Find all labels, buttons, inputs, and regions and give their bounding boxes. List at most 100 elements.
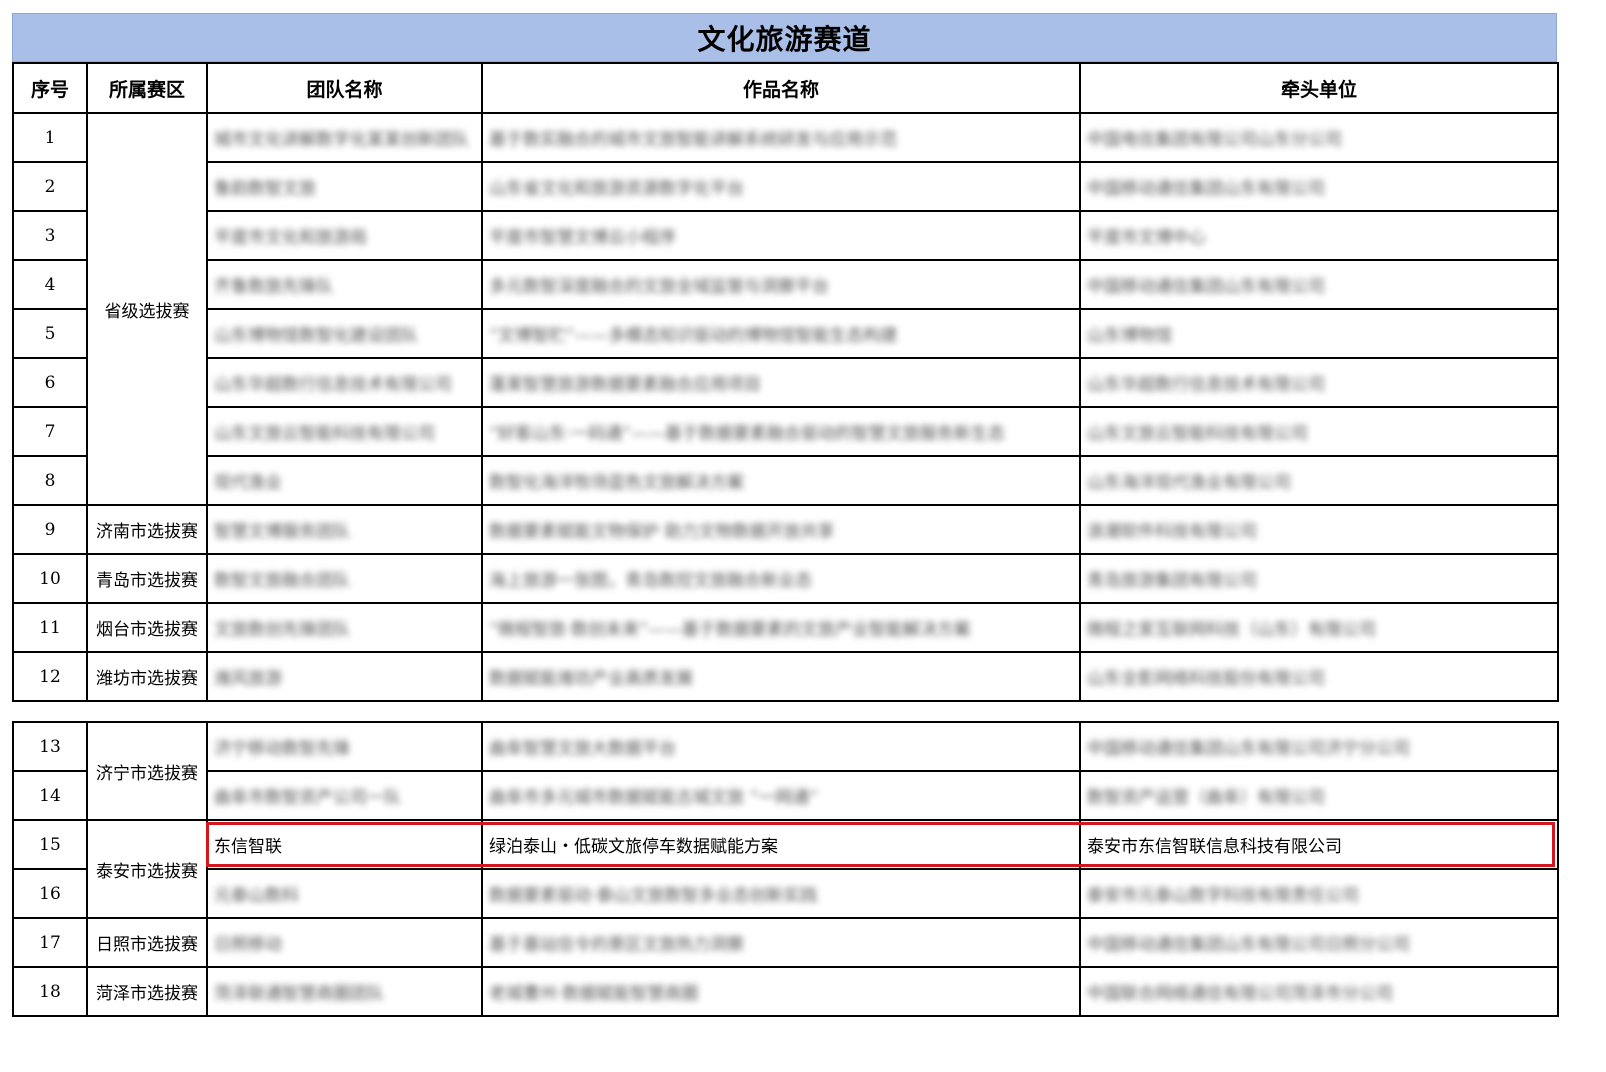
table-row: 6 山东华超数行信息技术有限公司 蓬莱智慧旅游数据要素融合应用项目 山东华超数行… <box>12 357 1559 408</box>
row-index: 9 <box>12 504 88 555</box>
team-cell: 济宁移动数智先锋 <box>206 721 483 772</box>
team-cell: 曲阜市数智资产公司一队 <box>206 770 483 821</box>
row-index: 7 <box>12 406 88 457</box>
table-row: 4 齐鲁数旅先锋队 多元数智深度融合的文旅全域监管与洞察平台 中国移动通信集团山… <box>12 259 1559 310</box>
header-work: 作品名称 <box>481 62 1081 114</box>
work-cell: “文博智贮”——多模态知识驱动的博物馆智能生态构建 <box>481 308 1081 359</box>
region-cell: 济宁市选拔赛 <box>86 721 208 821</box>
region-cell: 日照市选拔赛 <box>86 917 208 968</box>
region-cell: 济南市选拔赛 <box>86 504 208 555</box>
row-index: 1 <box>12 112 88 163</box>
work-cell: 数智化海洋牧场蓝色文旅解决方案 <box>481 455 1081 506</box>
table-row: 14 曲阜市数智资产公司一队 曲阜市多元城市数据赋能古城文旅 “一网通” 数智资… <box>12 770 1559 821</box>
row-index: 10 <box>12 553 88 604</box>
table-row: 12 潍坊市选拔赛 潍风旅游 数据赋能潍坊产业高质发展 山东全影网络科技股份有限… <box>12 651 1559 702</box>
row-index: 14 <box>12 770 88 821</box>
row-index: 3 <box>12 210 88 261</box>
work-cell: 数据要素赋能文物保护 助力文物数据开放共享 <box>481 504 1081 555</box>
region-cell: 菏泽市选拔赛 <box>86 966 208 1017</box>
team-cell: 平度市文化和旅游局 <box>206 210 483 261</box>
team-cell: 山东华超数行信息技术有限公司 <box>206 357 483 408</box>
table-row: 10 青岛市选拔赛 数智文旅融合团队 海上旅游一张图，青岛数控文旅融合新业态 青… <box>12 553 1559 604</box>
header-region: 所属赛区 <box>86 62 208 114</box>
header-index: 序号 <box>12 62 88 114</box>
team-cell: 齐鲁数旅先锋队 <box>206 259 483 310</box>
unit-cell: 微程之家互联网科技（山东）有限公司 <box>1079 602 1559 653</box>
table-row: 16 元泰山数科 数据要素驱动·泰山文旅数智多业态创新实践 泰安市元泰山数字科技… <box>12 868 1559 919</box>
region-cell: 潍坊市选拔赛 <box>86 651 208 702</box>
unit-cell: 山东文旅云智能科技有限公司 <box>1079 406 1559 457</box>
row-index: 5 <box>12 308 88 359</box>
unit-cell: 平度市文博中心 <box>1079 210 1559 261</box>
table-row: 17 日照市选拔赛 日照移动 基于基站信令的景区文旅热力洞察 中国移动通信集团山… <box>12 917 1559 968</box>
unit-cell: 山东海洋现代渔业有限公司 <box>1079 455 1559 506</box>
unit-cell: 泰安市元泰山数字科技有限责任公司 <box>1079 868 1559 919</box>
region-cell: 泰安市选拔赛 <box>86 819 208 919</box>
highlighted-row: 15 泰安市选拔赛 东信智联 绿泊泰山・低碳文旅停车数据赋能方案 泰安市东信智联… <box>12 819 1559 919</box>
team-cell: 潍风旅游 <box>206 651 483 702</box>
table-row: 9 济南市选拔赛 智慧文博服务团队 数据要素赋能文物保护 助力文物数据开放共享 … <box>12 504 1559 555</box>
team-cell: 菏泽联通智慧商圈团队 <box>206 966 483 1017</box>
team-cell: 城市文化讲解数字化某某创新团队 <box>206 112 483 163</box>
unit-cell: 山东华超数行信息技术有限公司 <box>1079 357 1559 408</box>
results-table-part-1: 序号 所属赛区 团队名称 作品名称 牵头单位 1 省级选拔赛 城市文化讲解数字化… <box>12 62 1559 702</box>
work-cell: 数据赋能潍坊产业高质发展 <box>481 651 1081 702</box>
work-cell: 多元数智深度融合的文旅全域监管与洞察平台 <box>481 259 1081 310</box>
team-cell: 现代渔业 <box>206 455 483 506</box>
work-cell: 山东省文化和旅游资源数字化平台 <box>481 161 1081 212</box>
table-row: 8 现代渔业 数智化海洋牧场蓝色文旅解决方案 山东海洋现代渔业有限公司 <box>12 455 1559 506</box>
team-cell: 文旅数创先锋团队 <box>206 602 483 653</box>
unit-cell: 中国联合网络通信有限公司菏泽市分公司 <box>1079 966 1559 1017</box>
work-cell: 蓬莱智慧旅游数据要素融合应用项目 <box>481 357 1081 408</box>
work-cell: 平度市智慧文博云小程序 <box>481 210 1081 261</box>
team-cell: 山东博物馆数智化建设团队 <box>206 308 483 359</box>
row-index: 15 <box>12 819 88 870</box>
team-cell: 智慧文博服务团队 <box>206 504 483 555</box>
unit-cell: 山东全影网络科技股份有限公司 <box>1079 651 1559 702</box>
unit-cell: 中国移动通信集团山东有限公司 <box>1079 259 1559 310</box>
table-row: 13 济宁市选拔赛 济宁移动数智先锋 曲阜智慧文旅大数据平台 中国移动通信集团山… <box>12 721 1559 821</box>
unit-cell: 中国电信集团有限公司山东分公司 <box>1079 112 1559 163</box>
work-cell: “好客山东·一码通”——基于数据要素融合驱动的智慧文旅服务新生态 <box>481 406 1081 457</box>
team-cell: 日照移动 <box>206 917 483 968</box>
row-index: 8 <box>12 455 88 506</box>
header-team: 团队名称 <box>206 62 483 114</box>
work-cell: 曲阜智慧文旅大数据平台 <box>481 721 1081 772</box>
unit-cell: 中国移动通信集团山东有限公司济宁分公司 <box>1079 721 1559 772</box>
unit-cell: 数智资产运营（曲阜）有限公司 <box>1079 770 1559 821</box>
team-cell: 山东文旅云智能科技有限公司 <box>206 406 483 457</box>
unit-cell: 泰安市东信智联信息科技有限公司 <box>1079 819 1559 870</box>
unit-cell: 山东博物馆 <box>1079 308 1559 359</box>
header-unit: 牵头单位 <box>1079 62 1559 114</box>
row-index: 17 <box>12 917 88 968</box>
table-row: 1 省级选拔赛 城市文化讲解数字化某某创新团队 基于数实融合的城市文旅智能讲解系… <box>12 112 1559 506</box>
header-row: 序号 所属赛区 团队名称 作品名称 牵头单位 <box>12 62 1559 114</box>
work-cell: 海上旅游一张图，青岛数控文旅融合新业态 <box>481 553 1081 604</box>
work-cell: 绿泊泰山・低碳文旅停车数据赋能方案 <box>481 819 1081 870</box>
region-cell: 省级选拔赛 <box>86 112 208 506</box>
team-cell: 数智文旅融合团队 <box>206 553 483 604</box>
work-cell: 基于数实融合的城市文旅智能讲解系统研发与应用示范 <box>481 112 1081 163</box>
unit-cell: 中国移动通信集团山东有限公司日照分公司 <box>1079 917 1559 968</box>
row-index: 4 <box>12 259 88 310</box>
work-cell: 曲阜市多元城市数据赋能古城文旅 “一网通” <box>481 770 1081 821</box>
work-cell: 老城曹州·数据赋能智慧商圈 <box>481 966 1081 1017</box>
table-row: 11 烟台市选拔赛 文旅数创先锋团队 “微程智旅·数创未来”——基于数据要素的文… <box>12 602 1559 653</box>
unit-cell: 浪潮软件科技有限公司 <box>1079 504 1559 555</box>
work-cell: “微程智旅·数创未来”——基于数据要素的文旅产业智能解决方案 <box>481 602 1081 653</box>
row-index: 6 <box>12 357 88 408</box>
row-index: 12 <box>12 651 88 702</box>
unit-cell: 青岛旅游集团有限公司 <box>1079 553 1559 604</box>
row-index: 16 <box>12 868 88 919</box>
unit-cell: 中国移动通信集团山东有限公司 <box>1079 161 1559 212</box>
work-cell: 基于基站信令的景区文旅热力洞察 <box>481 917 1081 968</box>
row-index: 18 <box>12 966 88 1017</box>
team-cell: 元泰山数科 <box>206 868 483 919</box>
team-cell: 鲁韵数智文旅 <box>206 161 483 212</box>
region-cell: 青岛市选拔赛 <box>86 553 208 604</box>
team-cell: 东信智联 <box>206 819 483 870</box>
results-table-part-2: 13 济宁市选拔赛 济宁移动数智先锋 曲阜智慧文旅大数据平台 中国移动通信集团山… <box>12 721 1559 1017</box>
row-index: 11 <box>12 602 88 653</box>
row-index: 2 <box>12 161 88 212</box>
work-cell: 数据要素驱动·泰山文旅数智多业态创新实践 <box>481 868 1081 919</box>
